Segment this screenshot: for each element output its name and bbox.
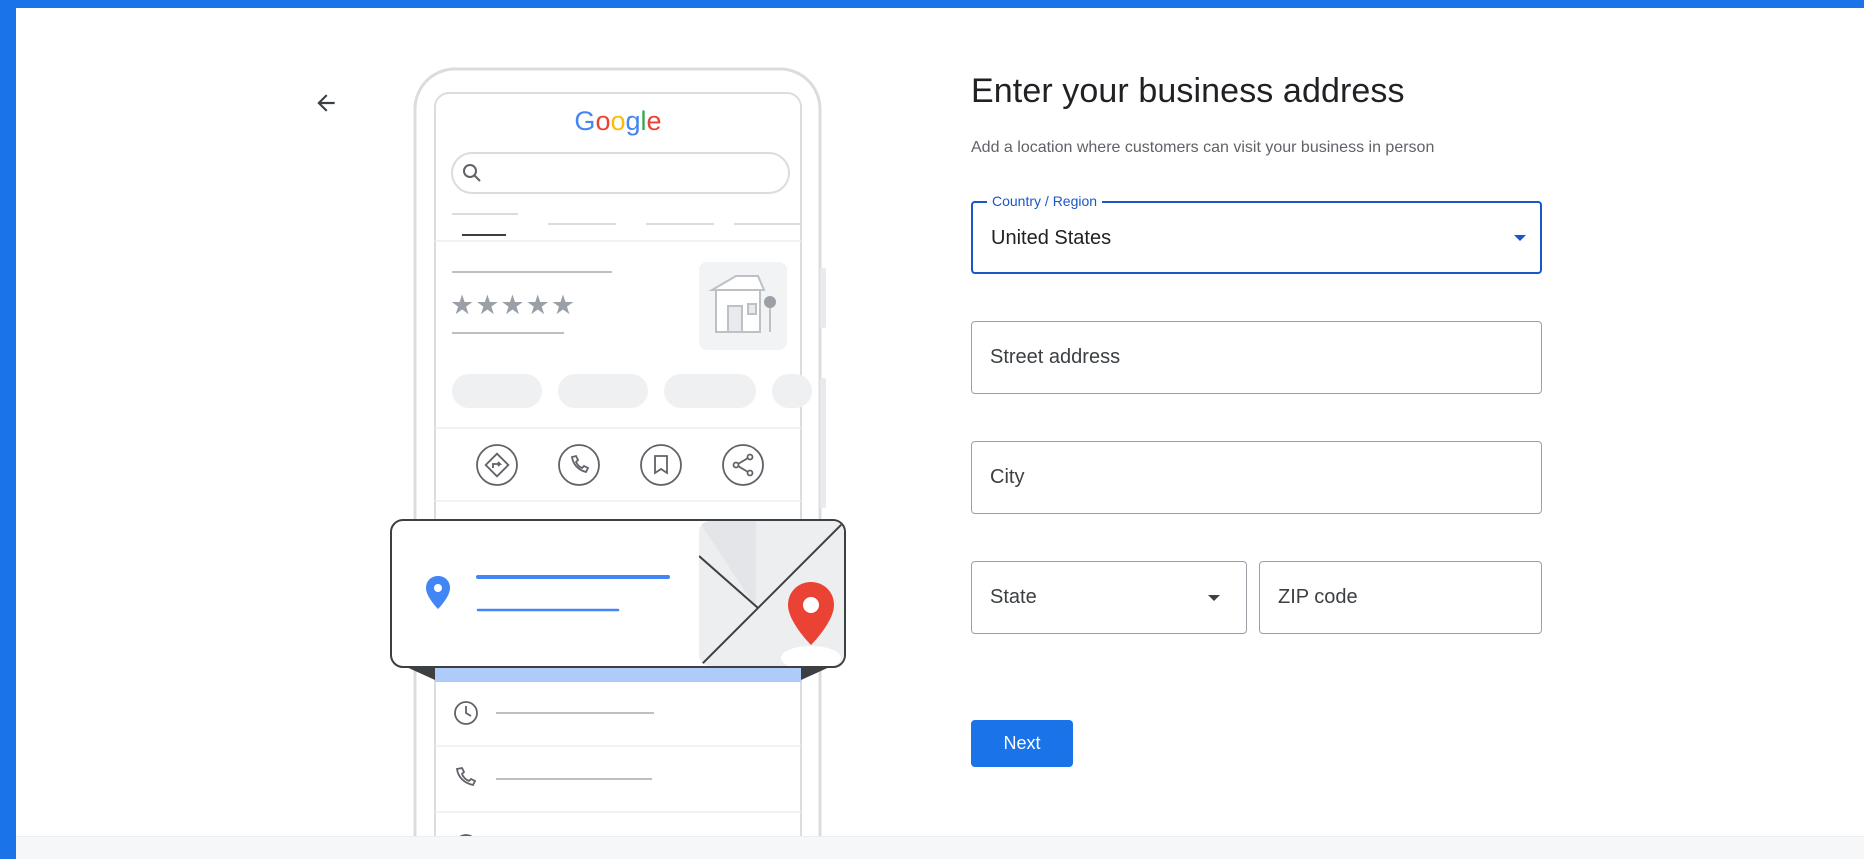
google-logo: Google (574, 106, 661, 136)
street-address-input[interactable] (990, 322, 1523, 393)
country-region-value: United States (991, 227, 1112, 249)
state-placeholder: State (990, 586, 1037, 608)
zip-code-field[interactable] (1259, 561, 1542, 634)
page-subtitle: Add a location where customers can visit… (971, 139, 1435, 156)
state-select[interactable]: State (971, 561, 1247, 634)
page-title: Enter your business address (971, 72, 1405, 110)
page-frame: Google ★★★★★ Enter your business address… (16, 8, 1864, 859)
zip-code-input[interactable] (1278, 562, 1523, 633)
street-address-field[interactable] (971, 321, 1542, 394)
dropdown-caret-icon (1208, 595, 1220, 601)
country-region-select[interactable]: Country / Region United States (971, 193, 1542, 274)
business-profile-illustration: Google ★★★★★ (390, 67, 846, 859)
next-button[interactable]: Next (971, 720, 1073, 767)
country-region-label: Country / Region (987, 193, 1103, 209)
rating-stars: ★★★★★ (450, 290, 576, 321)
location-card (390, 519, 846, 668)
dropdown-caret-icon (1514, 235, 1526, 241)
city-field[interactable] (971, 441, 1542, 514)
footer-band (16, 836, 1864, 859)
city-input[interactable] (990, 442, 1523, 513)
mock-search-bar (451, 152, 790, 194)
